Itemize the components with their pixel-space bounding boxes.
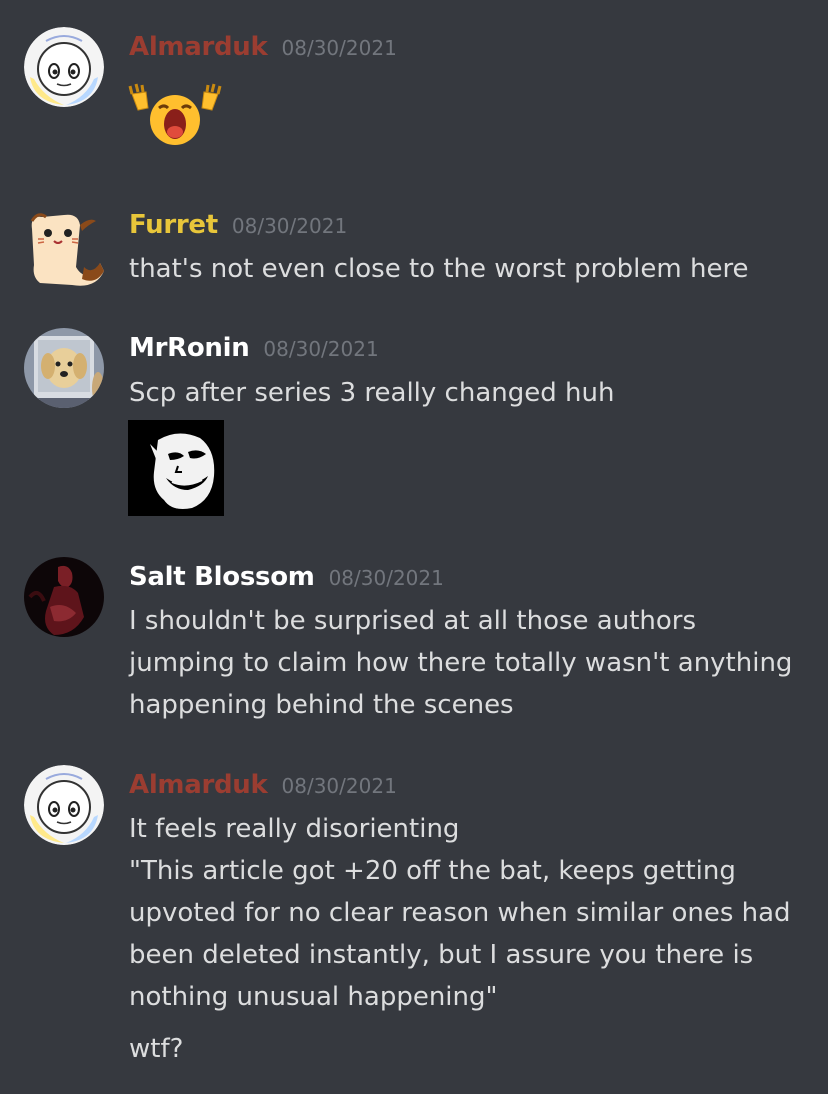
message-text: that's not even close to the worst probl… [129, 254, 749, 284]
message-header: Salt Blossom 08/30/2021 [129, 562, 444, 592]
timestamp: 08/30/2021 [281, 36, 397, 60]
message-text-line: It feels really disorienting [129, 814, 460, 844]
message-text-line: I shouldn't be surprised at all those au… [129, 606, 697, 636]
message-text-line: jumping to claim how there totally wasn'… [129, 648, 793, 678]
white-round-face-icon [24, 765, 104, 845]
message-content: Scp after series 3 really changed huh [129, 372, 809, 414]
trollface-image[interactable] [128, 420, 224, 516]
avatar[interactable] [24, 557, 104, 637]
message-followup: wtf? [129, 1028, 809, 1070]
message-content: It feels really disorienting "This artic… [129, 808, 809, 1018]
username[interactable]: Furret [129, 210, 218, 240]
avatar[interactable] [24, 328, 104, 408]
message-text-line: "This article got +20 off the bat, keeps… [129, 856, 736, 886]
username[interactable]: Almarduk [129, 770, 268, 800]
avatar[interactable] [24, 207, 104, 287]
dog-photo-icon [24, 328, 104, 408]
dark-red-figure-icon [24, 557, 104, 637]
message-header: Almarduk 08/30/2021 [129, 32, 397, 62]
timestamp: 08/30/2021 [263, 337, 379, 361]
timestamp: 08/30/2021 [328, 566, 444, 590]
avatar[interactable] [24, 27, 104, 107]
message-header: Almarduk 08/30/2021 [129, 770, 397, 800]
message-text-line: upvoted for no clear reason when similar… [129, 898, 791, 928]
avatar[interactable] [24, 765, 104, 845]
username[interactable]: Salt Blossom [129, 562, 315, 592]
message-text-line: happening behind the scenes [129, 690, 514, 720]
white-round-face-icon [24, 27, 104, 107]
trollface-icon [128, 420, 224, 516]
message-content: that's not even close to the worst probl… [129, 248, 809, 290]
message-text-line: nothing unusual happening" [129, 982, 498, 1012]
message-text-line: been deleted instantly, but I assure you… [129, 940, 754, 970]
username[interactable]: Almarduk [129, 32, 268, 62]
message-header: Furret 08/30/2021 [129, 210, 347, 240]
message-header: MrRonin 08/30/2021 [129, 333, 379, 363]
furret-icon [24, 207, 104, 287]
message-text: Scp after series 3 really changed huh [129, 378, 615, 408]
message-text: wtf? [129, 1034, 184, 1064]
message-content: I shouldn't be surprised at all those au… [129, 600, 809, 726]
username[interactable]: MrRonin [129, 333, 250, 363]
timestamp: 08/30/2021 [281, 774, 397, 798]
timestamp: 08/30/2021 [231, 214, 348, 238]
scream-hands-emoji-icon [128, 82, 222, 152]
